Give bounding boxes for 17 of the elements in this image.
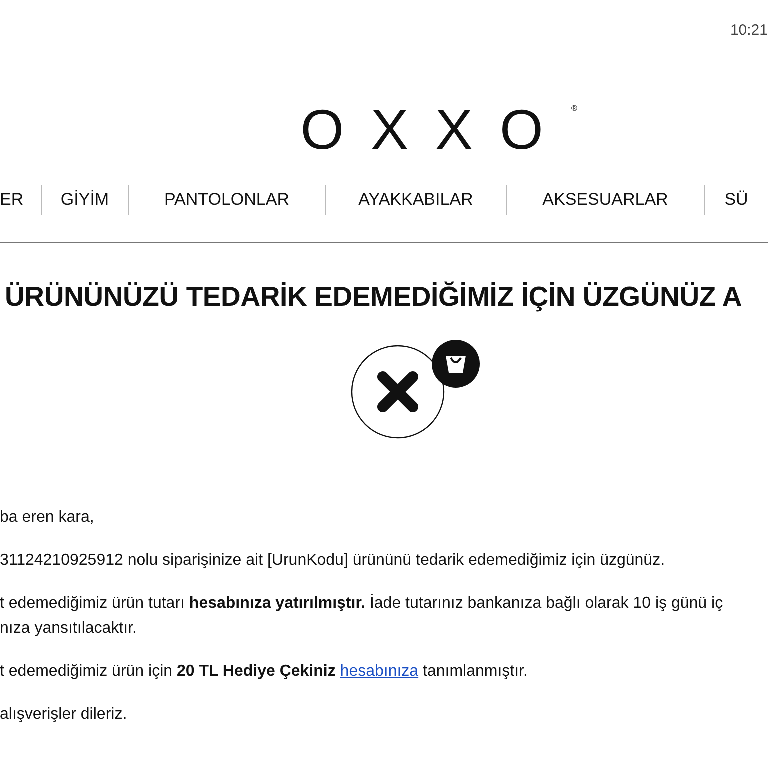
message-text: t edemediğimiz ürün için 20 TL Hediye Çekiniz hesabınıza tanımlanmıştır. [0, 662, 529, 682]
nav-link[interactable]: ER [0, 185, 41, 215]
nav-link[interactable]: AKSESUARLAR [506, 185, 704, 215]
brand-logo[interactable]: OXXO [300, 102, 570, 158]
nav-link[interactable]: SÜ [704, 185, 768, 215]
message-text: ba eren kara, [0, 508, 96, 528]
message-text: nıza yansıtılacaktır. [0, 619, 138, 639]
message-text: 31124210925912 nolu siparişinize ait [UrunKodu] ürününü tedarik edemediğimiz için üzgünüz. [0, 551, 666, 571]
nav-link[interactable]: PANTOLONLAR [128, 185, 325, 215]
message-text: alışverişler dileriz. [0, 705, 128, 725]
time-label: 10:21 [730, 22, 768, 41]
nav-link[interactable]: AYAKKABILAR [325, 185, 506, 215]
page-heading: ÜRÜNÜNÜZÜ TEDARİK EDEMEDİĞİMİZ İÇİN ÜZGÜNÜZ A [5, 281, 744, 313]
message-text: t edemediğimiz ürün tutarı hesabınıza yatırılmıştır. İade tutarınız bankanıza bağlı olarak 10 iş günü iç [0, 593, 724, 614]
registered-mark: ® [571, 104, 578, 113]
nav-link[interactable]: GİYİM [41, 185, 128, 215]
account-link[interactable]: hesabınıza [340, 663, 419, 680]
